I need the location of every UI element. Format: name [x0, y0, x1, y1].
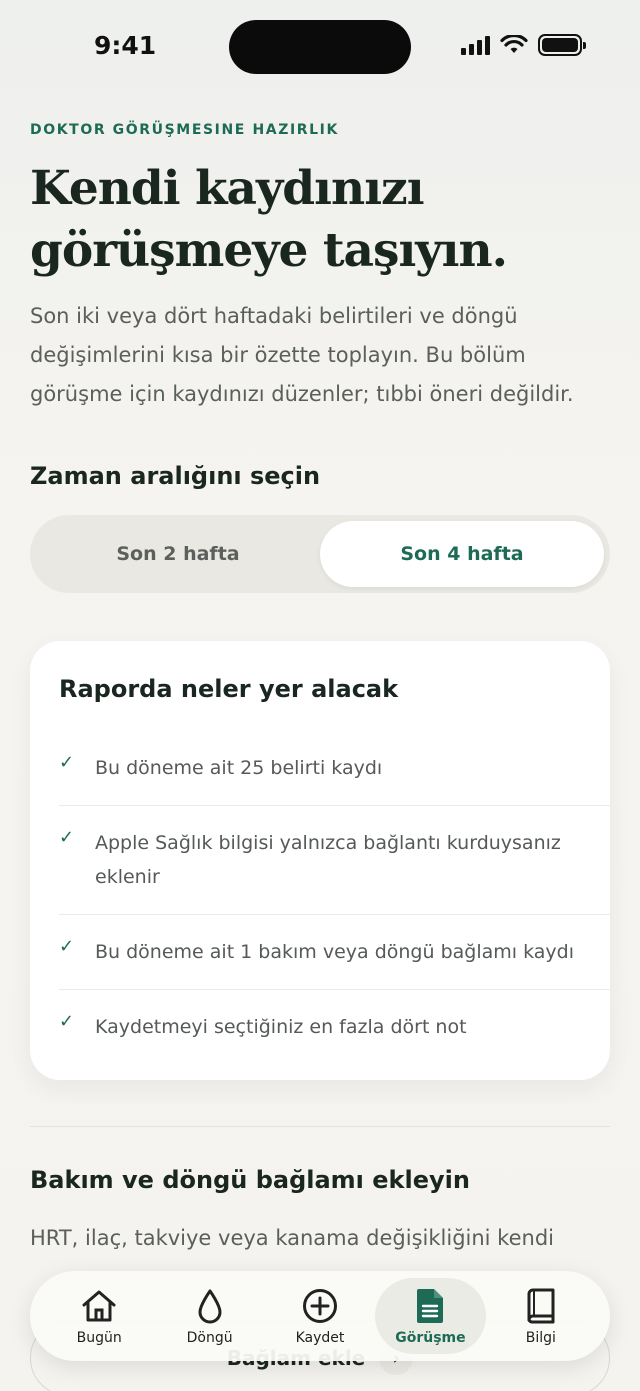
list-item-text: Kaydetmeyi seçtiğiniz en fazla dört not [95, 1016, 467, 1038]
tab-kaydet[interactable]: Kaydet [265, 1278, 375, 1354]
context-description: HRT, ilaç, takviye veya kanama değişikli… [30, 1226, 554, 1250]
section-divider [30, 1126, 610, 1127]
context-section-title: Bakım ve döngü bağlamı ekleyin [30, 1166, 470, 1194]
checkmark-icon: ✓ [59, 752, 75, 773]
tab-bar: Bugün Döngü Kaydet Görüşme Bilgi [30, 1271, 610, 1361]
document-icon [410, 1286, 450, 1326]
page-title-line-1: Kendi kaydınızı [30, 161, 425, 216]
tab-label: Bugün [76, 1330, 122, 1346]
segment-4-weeks[interactable]: Son 4 hafta [320, 521, 604, 587]
tab-label: Bilgi [525, 1330, 556, 1346]
battery-icon [538, 34, 586, 56]
drop-icon [190, 1286, 230, 1326]
tab-label: Kaydet [295, 1330, 345, 1346]
intro-text: Son iki veya dört haftadaki belirtileri … [30, 304, 574, 406]
eyebrow-label: DOKTOR GÖRÜŞMESINE HAZIRLIK [30, 122, 339, 138]
tab-bugun[interactable]: Bugün [44, 1278, 154, 1354]
checkmark-icon: ✓ [59, 827, 75, 848]
checkmark-icon: ✓ [59, 1011, 75, 1032]
list-item-text: Bu döneme ait 25 belirti kaydı [95, 757, 383, 779]
list-item: ✓ Kaydetmeyi seçtiğiniz en fazla dört no… [59, 990, 610, 1064]
segment-2-weeks[interactable]: Son 2 hafta [36, 521, 320, 587]
book-icon [521, 1286, 561, 1326]
screen: 9:41 DOKTOR GÖRÜŞMESINE HAZIRLIK Kendi k… [0, 0, 640, 1391]
plus-circle-icon [300, 1286, 340, 1326]
list-item: ✓ Bu döneme ait 1 bakım veya döngü bağla… [59, 915, 610, 990]
page-title: Kendi kaydınızı görüşmeye taşıyın. [30, 158, 610, 282]
report-check-list: ✓ Bu döneme ait 25 belirti kaydı ✓ Apple… [59, 731, 610, 1064]
range-segmented-control: Son 2 hafta Son 4 hafta [30, 515, 610, 593]
wifi-icon [500, 35, 528, 53]
cellular-signal-icon [461, 35, 490, 55]
tab-label: Görüşme [395, 1330, 466, 1346]
list-item-text: Apple Sağlık bilgisi yalnızca bağlantı k… [95, 832, 561, 888]
tab-gorusme[interactable]: Görüşme [375, 1278, 486, 1354]
tab-dongu[interactable]: Döngü [154, 1278, 264, 1354]
checkmark-icon: ✓ [59, 936, 75, 957]
home-icon [79, 1286, 119, 1326]
report-card: Raporda neler yer alacak ✓ Bu döneme ait… [30, 641, 610, 1080]
tab-bilgi[interactable]: Bilgi [486, 1278, 596, 1354]
list-item: ✓ Apple Sağlık bilgisi yalnızca bağlantı… [59, 806, 610, 915]
dynamic-island [229, 20, 411, 74]
status-icons [461, 34, 586, 56]
list-item-text: Bu döneme ait 1 bakım veya döngü bağlamı… [95, 941, 574, 963]
tab-label: Döngü [186, 1330, 233, 1346]
range-section-title: Zaman aralığını seçin [30, 462, 321, 490]
list-item: ✓ Bu döneme ait 25 belirti kaydı [59, 731, 610, 806]
report-card-title: Raporda neler yer alacak [59, 675, 399, 703]
page-title-line-2: görüşmeye taşıyın. [30, 223, 508, 278]
status-time: 9:41 [94, 31, 157, 60]
